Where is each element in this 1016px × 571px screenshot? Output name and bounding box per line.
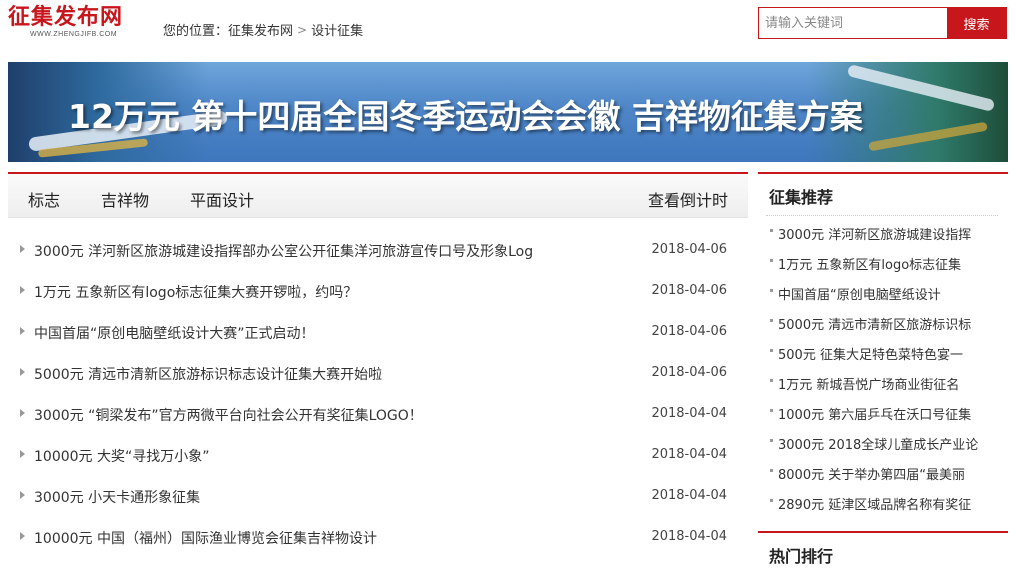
logo-text: 征集发布网 <box>8 5 124 30</box>
tab-graphic-design[interactable]: 平面设计 <box>190 187 254 211</box>
sidebar-item[interactable]: 5000元 清远市清新区旅游标识标 <box>758 308 1008 338</box>
logo-url: WWW.ZHENGJIFB.COM <box>30 31 118 38</box>
sidebar-item-label[interactable]: 3000元 2018全球儿童成长产业论 <box>778 434 1006 453</box>
search-input[interactable] <box>759 8 947 38</box>
sidebar-item[interactable]: 1万元 新城吾悦广场商业街征名 <box>758 368 1008 398</box>
tab-logo[interactable]: 标志 <box>28 187 60 211</box>
sidebar-item[interactable]: 中国首届“原创电脑壁纸设计 <box>758 278 1008 308</box>
list-item[interactable]: 10000元 大奖“寻找万小象” 2018-04-04 <box>8 435 748 476</box>
bullet-icon <box>770 469 773 472</box>
sidebar-item[interactable]: 8000元 关于举办第四届“最美丽 <box>758 458 1008 488</box>
news-date: 2018-04-04 <box>651 447 727 462</box>
news-date: 2018-04-06 <box>651 365 727 380</box>
arrow-right-icon <box>20 532 25 540</box>
bullet-icon <box>770 379 773 382</box>
sidebar-item-label[interactable]: 2890元 延津区域品牌名称有奖征 <box>778 494 1006 513</box>
page-header: 征集发布网 WWW.ZHENGJIFB.COM 您的位置：征集发布网 > 设计征集 … <box>0 0 1016 56</box>
arrow-right-icon <box>20 409 25 417</box>
bullet-icon <box>770 349 773 352</box>
sidebar-title: 征集推荐 <box>769 188 834 207</box>
tab-mascot[interactable]: 吉祥物 <box>101 187 149 211</box>
news-title[interactable]: 3000元 洋河新区旅游城建设指挥部办公室公开征集洋河旅游宣传口号及形象Log <box>34 241 654 261</box>
banner-title: 12万元 第十四届全国冬季运动会会徽 吉祥物征集方案 <box>68 97 863 136</box>
arrow-right-icon <box>20 327 25 335</box>
news-date: 2018-04-04 <box>651 488 727 503</box>
hot-ranking-header: 热门排行 <box>758 531 1008 571</box>
breadcrumb-label: 您的位置： <box>163 24 229 39</box>
bullet-icon <box>770 289 773 292</box>
news-title[interactable]: 3000元 小天卡通形象征集 <box>34 487 654 507</box>
sidebar-item-label[interactable]: 8000元 关于举办第四届“最美丽 <box>778 464 1006 483</box>
breadcrumb-home-link[interactable]: 征集发布网 <box>228 24 293 39</box>
sidebar-item[interactable]: 500元 征集大足特色菜特色宴一 <box>758 338 1008 368</box>
list-item[interactable]: 3000元 “铜梁发布”官方两微平台向社会公开有奖征集LOGO！ 2018-04… <box>8 394 748 435</box>
sidebar-item-label[interactable]: 中国首届“原创电脑壁纸设计 <box>778 284 1006 303</box>
bullet-icon <box>770 259 773 262</box>
news-title[interactable]: 中国首届“原创电脑壁纸设计大赛”正式启动！ <box>34 323 654 343</box>
bullet-icon <box>770 499 773 502</box>
arrow-right-icon <box>20 450 25 458</box>
arrow-right-icon <box>20 491 25 499</box>
banner[interactable]: 12万元 第十四届全国冬季运动会会徽 吉祥物征集方案 <box>8 62 1008 162</box>
news-list: 3000元 洋河新区旅游城建设指挥部办公室公开征集洋河旅游宣传口号及形象Log … <box>8 230 748 558</box>
list-item[interactable]: 10000元 中国（福州）国际渔业博览会征集吉祥物设计 2018-04-04 <box>8 517 748 558</box>
sidebar: 征集推荐 3000元 洋河新区旅游城建设指挥 1万元 五象新区有logo标志征集… <box>758 172 1008 571</box>
main-content: 标志 吉祥物 平面设计 查看倒计时 3000元 洋河新区旅游城建设指挥部办公室公… <box>8 172 748 571</box>
sidebar-item-label[interactable]: 1万元 五象新区有logo标志征集 <box>778 254 1006 273</box>
list-item[interactable]: 3000元 小天卡通形象征集 2018-04-04 <box>8 476 748 517</box>
news-title[interactable]: 5000元 清远市清新区旅游标识标志设计征集大赛开始啦 <box>34 364 654 384</box>
news-title[interactable]: 1万元 五象新区有logo标志征集大赛开锣啦，约吗？ <box>34 282 654 302</box>
sidebar-item[interactable]: 3000元 洋河新区旅游城建设指挥 <box>758 218 1008 248</box>
news-date: 2018-04-04 <box>651 529 727 544</box>
news-date: 2018-04-06 <box>651 242 727 257</box>
sidebar-item-label[interactable]: 5000元 清远市清新区旅游标识标 <box>778 314 1006 333</box>
sidebar-item-label[interactable]: 500元 征集大足特色菜特色宴一 <box>778 344 1006 363</box>
arrow-right-icon <box>20 245 25 253</box>
list-item[interactable]: 5000元 清远市清新区旅游标识标志设计征集大赛开始啦 2018-04-06 <box>8 353 748 394</box>
search-box: 搜索 <box>758 7 1007 39</box>
news-title[interactable]: 10000元 中国（福州）国际渔业博览会征集吉祥物设计 <box>34 528 654 548</box>
bullet-icon <box>770 229 773 232</box>
sidebar-item-label[interactable]: 3000元 洋河新区旅游城建设指挥 <box>778 224 1006 243</box>
hot-ranking-title: 热门排行 <box>769 547 834 566</box>
sidebar-item[interactable]: 1万元 五象新区有logo标志征集 <box>758 248 1008 278</box>
sidebar-header: 征集推荐 <box>758 172 1008 216</box>
breadcrumb: 您的位置：征集发布网 > 设计征集 <box>163 20 363 40</box>
list-item[interactable]: 1万元 五象新区有logo标志征集大赛开锣啦，约吗？ 2018-04-06 <box>8 271 748 312</box>
arrow-right-icon <box>20 286 25 294</box>
recommend-list: 3000元 洋河新区旅游城建设指挥 1万元 五象新区有logo标志征集 中国首届… <box>758 218 1008 518</box>
category-tabs: 标志 吉祥物 平面设计 查看倒计时 <box>8 172 748 218</box>
bullet-icon <box>770 319 773 322</box>
breadcrumb-current[interactable]: 设计征集 <box>311 24 363 39</box>
news-title[interactable]: 3000元 “铜梁发布”官方两微平台向社会公开有奖征集LOGO！ <box>34 405 654 425</box>
sidebar-item[interactable]: 3000元 2018全球儿童成长产业论 <box>758 428 1008 458</box>
list-item[interactable]: 中国首届“原创电脑壁纸设计大赛”正式启动！ 2018-04-06 <box>8 312 748 353</box>
search-button[interactable]: 搜索 <box>947 8 1006 38</box>
site-logo[interactable]: 征集发布网 WWW.ZHENGJIFB.COM <box>8 6 148 40</box>
sidebar-item-label[interactable]: 1万元 新城吾悦广场商业街征名 <box>778 374 1006 393</box>
arrow-right-icon <box>20 368 25 376</box>
breadcrumb-separator: > <box>297 22 308 37</box>
sidebar-item[interactable]: 1000元 第六届乒乓在沃口号征集 <box>758 398 1008 428</box>
list-item[interactable]: 3000元 洋河新区旅游城建设指挥部办公室公开征集洋河旅游宣传口号及形象Log … <box>8 230 748 271</box>
news-title[interactable]: 10000元 大奖“寻找万小象” <box>34 446 654 466</box>
divider <box>766 215 998 216</box>
bullet-icon <box>770 409 773 412</box>
bullet-icon <box>770 439 773 442</box>
countdown-link[interactable]: 查看倒计时 <box>648 187 728 211</box>
sidebar-item-label[interactable]: 1000元 第六届乒乓在沃口号征集 <box>778 404 1006 423</box>
news-date: 2018-04-06 <box>651 283 727 298</box>
news-date: 2018-04-06 <box>651 324 727 339</box>
news-date: 2018-04-04 <box>651 406 727 421</box>
sidebar-item[interactable]: 2890元 延津区域品牌名称有奖征 <box>758 488 1008 518</box>
